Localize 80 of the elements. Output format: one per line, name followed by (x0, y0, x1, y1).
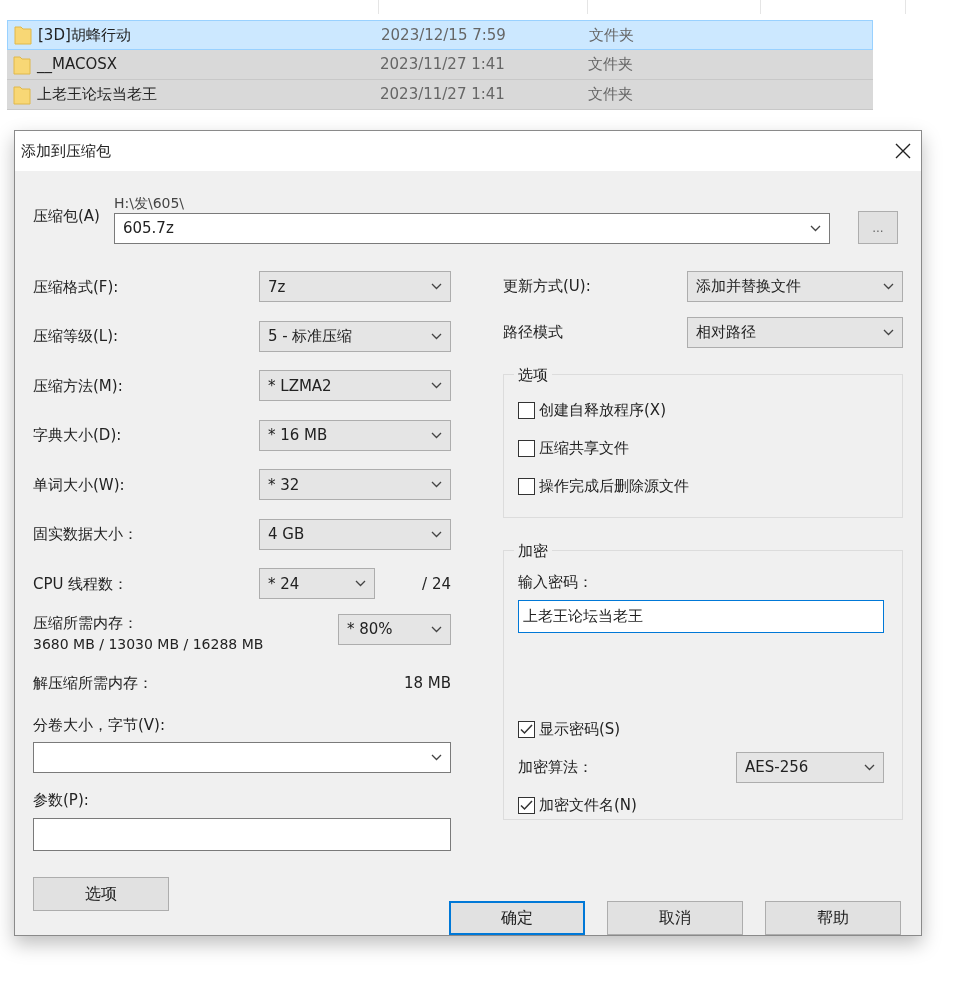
archive-name-field[interactable]: 605.7z (113, 213, 830, 244)
field-label: 压缩方法(M): (33, 375, 123, 397)
field-label: 分卷大小，字节(V): (33, 714, 167, 736)
browse-button[interactable]: ... (857, 211, 898, 244)
chevron-icon (864, 764, 875, 771)
thread-total: / 24 (422, 573, 451, 595)
chevron-icon (883, 282, 894, 290)
file-row[interactable]: [3D]胡蜂行动 2023/12/15 7:59 文件夹 (7, 20, 873, 50)
checkbox-label: 加密文件名(N) (539, 795, 637, 817)
checkbox[interactable] (518, 721, 535, 738)
chevron-icon (431, 283, 442, 291)
chevron-icon (431, 625, 442, 633)
folder-icon (13, 54, 31, 75)
checkbox-label: 创建自释放程序(X) (539, 399, 666, 421)
checkbox-label: 显示密码(S) (539, 719, 621, 741)
dropdown[interactable]: 5 - 标准压缩 (259, 320, 451, 352)
ok-button[interactable]: 确定 (449, 900, 585, 935)
dropdown[interactable]: 7z (259, 271, 451, 303)
file-date: 2023/12/15 7:59 (381, 25, 506, 44)
memory-value: 18 MB (403, 672, 451, 694)
chevron-icon (431, 481, 442, 489)
field-label: 固实数据大小： (33, 524, 138, 545)
chevron-icon (431, 382, 442, 390)
field-label: 参数(P): (33, 790, 90, 811)
field-label: 解压缩所需内存： (33, 672, 153, 694)
file-name: __MACOSX (37, 54, 118, 76)
folder-icon (13, 84, 31, 105)
window-title: 添加到压缩包 (21, 140, 111, 162)
dropdown[interactable]: * 24 (259, 568, 375, 600)
dropdown[interactable]: 添加并替换文件 (687, 270, 903, 302)
memory-usage-text: 3680 MB / 13030 MB / 16288 MB (33, 635, 264, 654)
field-label: CPU 线程数： (33, 573, 129, 595)
file-type: 文件夹 (588, 55, 633, 74)
chevron-icon (431, 754, 442, 761)
field-label: 压缩包(A) (33, 207, 100, 225)
field-label: 压缩等级(L): (33, 326, 119, 347)
close-icon[interactable] (895, 143, 911, 159)
chevron-icon (431, 431, 442, 439)
chevron-icon (431, 530, 442, 538)
chevron-icon (883, 328, 894, 336)
path-text: H:\发\605\ (113, 194, 186, 213)
dropdown[interactable]: * 32 (259, 469, 451, 501)
parameters-field[interactable] (33, 817, 451, 851)
field-label: 更新方式(U): (503, 275, 591, 297)
dropdown[interactable]: * 16 MB (259, 419, 451, 451)
file-row[interactable]: __MACOSX 2023/11/27 1:41 文件夹 (7, 50, 873, 80)
field-label: 字典大小(D): (33, 425, 122, 446)
checkbox[interactable] (518, 401, 535, 419)
field-label: 加密算法： (518, 757, 593, 779)
file-name: 上老王论坛当老王 (37, 84, 157, 106)
file-row[interactable]: 上老王论坛当老王 2023/11/27 1:41 文件夹 (7, 80, 873, 110)
cancel-button[interactable]: 取消 (607, 900, 743, 935)
checkbox[interactable] (518, 797, 535, 814)
file-date: 2023/11/27 1:41 (380, 85, 505, 104)
field-label: 压缩格式(F): (33, 276, 119, 298)
folder-icon (14, 25, 32, 45)
volume-size-field[interactable] (33, 742, 451, 773)
dropdown[interactable]: * LZMA2 (259, 370, 451, 402)
file-type: 文件夹 (588, 85, 633, 104)
file-name: [3D]胡蜂行动 (38, 24, 131, 46)
chevron-icon (355, 580, 366, 588)
chevron-icon (431, 332, 442, 340)
field-label: 压缩所需内存： (33, 612, 139, 634)
help-button[interactable]: 帮助 (765, 900, 901, 935)
file-date: 2023/11/27 1:41 (380, 55, 505, 74)
field-label: 路径模式 (503, 321, 563, 343)
dropdown[interactable]: AES-256 (736, 752, 884, 783)
password-field[interactable]: 上老王论坛当老王 (518, 599, 884, 633)
checkbox[interactable] (518, 439, 535, 457)
dropdown[interactable]: 4 GB (259, 518, 451, 550)
dropdown[interactable]: 相对路径 (687, 316, 903, 348)
field-label: 输入密码： (518, 572, 594, 593)
file-type: 文件夹 (589, 25, 634, 44)
checkbox-label: 压缩共享文件 (539, 437, 629, 459)
checkbox-label: 操作完成后删除源文件 (539, 475, 689, 497)
checkbox[interactable] (518, 477, 535, 495)
dropdown[interactable]: * 80% (338, 613, 451, 645)
options-button[interactable]: 选项 (33, 876, 169, 911)
chevron-icon (809, 225, 821, 232)
field-label: 单词大小(W): (33, 474, 125, 496)
